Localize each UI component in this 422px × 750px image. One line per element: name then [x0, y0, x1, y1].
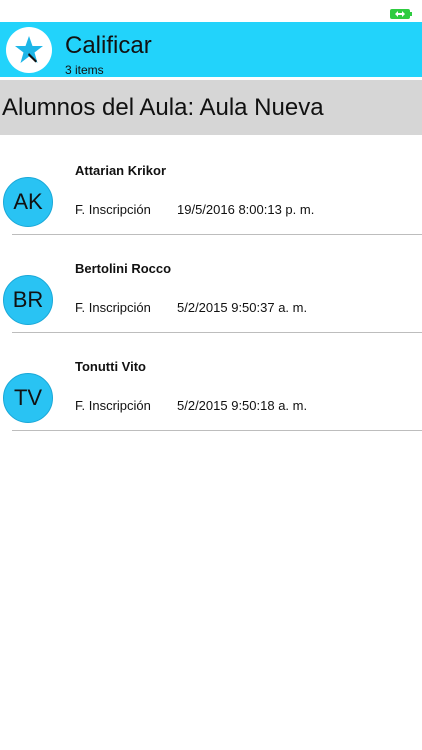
section-header: Alumnos del Aula: Aula Nueva — [0, 80, 422, 135]
avatar: BR — [3, 275, 53, 325]
app-screen: Calificar 3 items Alumnos del Aula: Aula… — [0, 0, 422, 750]
app-header: Calificar 3 items — [0, 22, 422, 77]
star-icon — [15, 36, 43, 63]
student-name: Tonutti Vito — [75, 359, 146, 374]
divider — [12, 430, 422, 431]
avatar: TV — [3, 373, 53, 423]
app-logo[interactable] — [6, 27, 52, 73]
student-name: Bertolini Rocco — [75, 261, 172, 276]
list-item[interactable]: BR Bertolini Rocco F. Inscripción 5/2/20… — [0, 235, 422, 333]
battery-charging-icon — [390, 6, 412, 19]
enroll-label: F. Inscripción — [75, 202, 151, 217]
enroll-label: F. Inscripción — [75, 398, 151, 413]
student-name: Attarian Krikor — [75, 163, 167, 178]
page-title: Calificar — [65, 32, 152, 59]
list-item[interactable]: TV Tonutti Vito F. Inscripción 5/2/2015 … — [0, 333, 422, 431]
item-count: 3 items — [65, 63, 104, 77]
enroll-date: 5/2/2015 9:50:18 a. m. — [177, 398, 308, 413]
avatar: AK — [3, 177, 53, 227]
enroll-label: F. Inscripción — [75, 300, 151, 315]
list-item[interactable]: AK Attarian Krikor F. Inscripción 19/5/2… — [0, 137, 422, 235]
section-title: Alumnos del Aula: Aula Nueva — [2, 94, 324, 121]
enroll-date: 19/5/2016 8:00:13 p. m. — [177, 202, 315, 217]
enroll-date: 5/2/2015 9:50:37 a. m. — [177, 300, 308, 315]
status-bar — [0, 0, 422, 22]
student-list: AK Attarian Krikor F. Inscripción 19/5/2… — [0, 137, 422, 431]
